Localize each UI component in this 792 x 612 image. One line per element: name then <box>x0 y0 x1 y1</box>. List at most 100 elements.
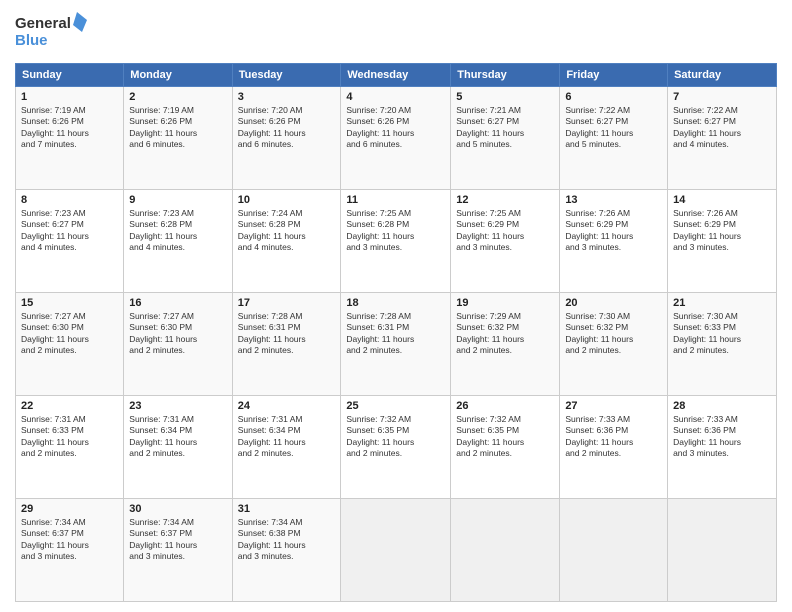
day-number: 2 <box>129 91 226 103</box>
day-info: Sunrise: 7:25 AMSunset: 6:28 PMDaylight:… <box>346 208 445 254</box>
day-info: Sunrise: 7:32 AMSunset: 6:35 PMDaylight:… <box>346 414 445 460</box>
weekday-header-friday: Friday <box>560 64 668 87</box>
calendar-cell: 14 Sunrise: 7:26 AMSunset: 6:29 PMDayligh… <box>668 190 777 293</box>
day-info: Sunrise: 7:20 AMSunset: 6:26 PMDaylight:… <box>346 105 445 151</box>
calendar-cell: 15Sunrise: 7:27 AMSunset: 6:30 PMDayligh… <box>16 293 124 396</box>
day-number: 16 <box>129 297 226 309</box>
calendar-cell <box>341 499 451 602</box>
calendar-cell: 6 Sunrise: 7:22 AMSunset: 6:27 PMDaylight… <box>560 87 668 190</box>
day-number: 28 <box>673 400 771 412</box>
day-info: Sunrise: 7:31 AMSunset: 6:33 PMDaylight:… <box>21 414 118 460</box>
day-info: Sunrise: 7:21 AMSunset: 6:27 PMDaylight:… <box>456 105 554 151</box>
day-number: 23 <box>129 400 226 412</box>
day-info: Sunrise: 7:32 AMSunset: 6:35 PMDaylight:… <box>456 414 554 460</box>
calendar-cell: 18 Sunrise: 7:28 AMSunset: 6:31 PMDayligh… <box>341 293 451 396</box>
day-info: Sunrise: 7:27 AMSunset: 6:30 PMDaylight:… <box>129 311 226 357</box>
calendar-cell: 17Sunrise: 7:28 AMSunset: 6:31 PMDayligh… <box>232 293 341 396</box>
calendar-table: SundayMondayTuesdayWednesdayThursdayFrid… <box>15 63 777 602</box>
day-info: Sunrise: 7:31 AMSunset: 6:34 PMDaylight:… <box>238 414 336 460</box>
calendar-cell: 9Sunrise: 7:23 AMSunset: 6:28 PMDaylight… <box>124 190 232 293</box>
day-info: Sunrise: 7:23 AMSunset: 6:28 PMDaylight:… <box>129 208 226 254</box>
calendar-cell <box>668 499 777 602</box>
calendar-cell: 8 Sunrise: 7:23 AMSunset: 6:27 PMDaylight… <box>16 190 124 293</box>
calendar-week-3: 15 Sunrise: 7:27 AMSunset: 6:30 PMDayligh… <box>16 293 777 396</box>
svg-text:General: General <box>15 15 71 32</box>
weekday-header-thursday: Thursday <box>451 64 560 87</box>
logo: General Blue <box>15 10 95 55</box>
day-info: Sunrise: 7:22 AMSunset: 6:27 PMDaylight:… <box>673 105 771 151</box>
day-number: 8 <box>21 194 118 206</box>
calendar-week-4: 22 Sunrise: 7:31 AMSunset: 6:33 PMDayligh… <box>16 396 777 499</box>
calendar-cell: 28 Sunrise: 7:33 AMSunset: 6:36 PMDayligh… <box>668 396 777 499</box>
day-number: 7 <box>673 91 771 103</box>
day-number: 1 <box>21 91 118 103</box>
calendar-cell <box>560 499 668 602</box>
calendar-cell <box>451 499 560 602</box>
day-number: 13 <box>565 194 662 206</box>
calendar-cell: 13 Sunrise: 7:26 AMSunset: 6:29 PMDayligh… <box>560 190 668 293</box>
day-info: Sunrise: 7:34 AMSunset: 6:38 PMDaylight:… <box>238 517 336 563</box>
calendar-cell: 2Sunrise: 7:19 AMSunset: 6:26 PMDaylight… <box>124 87 232 190</box>
day-number: 4 <box>346 91 445 103</box>
day-number: 30 <box>129 503 226 515</box>
day-info: Sunrise: 7:31 AMSunset: 6:34 PMDaylight:… <box>129 414 226 460</box>
calendar-cell: 23 Sunrise: 7:31 AMSunset: 6:34 PMDayligh… <box>124 396 232 499</box>
calendar-cell: 11 Sunrise: 7:25 AMSunset: 6:28 PMDayligh… <box>341 190 451 293</box>
day-number: 20 <box>565 297 662 309</box>
day-info: Sunrise: 7:34 AMSunset: 6:37 PMDaylight:… <box>129 517 226 563</box>
day-number: 26 <box>456 400 554 412</box>
day-number: 15 <box>21 297 118 309</box>
day-number: 19 <box>456 297 554 309</box>
day-number: 18 <box>346 297 445 309</box>
calendar-cell: 24Sunrise: 7:31 AMSunset: 6:34 PMDayligh… <box>232 396 341 499</box>
svg-text:Blue: Blue <box>15 32 48 49</box>
weekday-header-sunday: Sunday <box>16 64 124 87</box>
calendar-cell: 3Sunrise: 7:20 AMSunset: 6:26 PMDaylight… <box>232 87 341 190</box>
calendar-cell: 16 Sunrise: 7:27 AMSunset: 6:30 PMDayligh… <box>124 293 232 396</box>
calendar-cell: 7 Sunrise: 7:22 AMSunset: 6:27 PMDaylight… <box>668 87 777 190</box>
calendar-cell: 12Sunrise: 7:25 AMSunset: 6:29 PMDayligh… <box>451 190 560 293</box>
calendar-cell: 22 Sunrise: 7:31 AMSunset: 6:33 PMDayligh… <box>16 396 124 499</box>
calendar-cell: 27 Sunrise: 7:33 AMSunset: 6:36 PMDayligh… <box>560 396 668 499</box>
calendar-cell: 26 Sunrise: 7:32 AMSunset: 6:35 PMDayligh… <box>451 396 560 499</box>
day-number: 22 <box>21 400 118 412</box>
calendar-week-5: 29 Sunrise: 7:34 AMSunset: 6:37 PMDayligh… <box>16 499 777 602</box>
day-number: 6 <box>565 91 662 103</box>
day-info: Sunrise: 7:23 AMSunset: 6:27 PMDaylight:… <box>21 208 118 254</box>
calendar-cell: 30 Sunrise: 7:34 AMSunset: 6:37 PMDayligh… <box>124 499 232 602</box>
day-info: Sunrise: 7:34 AMSunset: 6:37 PMDaylight:… <box>21 517 118 563</box>
weekday-header-saturday: Saturday <box>668 64 777 87</box>
day-info: Sunrise: 7:22 AMSunset: 6:27 PMDaylight:… <box>565 105 662 151</box>
calendar-cell: 10 Sunrise: 7:24 AMSunset: 6:28 PMDayligh… <box>232 190 341 293</box>
day-number: 10 <box>238 194 336 206</box>
day-number: 21 <box>673 297 771 309</box>
day-info: Sunrise: 7:26 AMSunset: 6:29 PMDaylight:… <box>673 208 771 254</box>
calendar-body: 1 Sunrise: 7:19 AMSunset: 6:26 PMDaylight… <box>16 87 777 602</box>
day-number: 31 <box>238 503 336 515</box>
calendar-cell: 31 Sunrise: 7:34 AMSunset: 6:38 PMDayligh… <box>232 499 341 602</box>
day-info: Sunrise: 7:33 AMSunset: 6:36 PMDaylight:… <box>565 414 662 460</box>
day-info: Sunrise: 7:26 AMSunset: 6:29 PMDaylight:… <box>565 208 662 254</box>
day-info: Sunrise: 7:30 AMSunset: 6:32 PMDaylight:… <box>565 311 662 357</box>
day-number: 5 <box>456 91 554 103</box>
day-info: Sunrise: 7:19 AMSunset: 6:26 PMDaylight:… <box>21 105 118 151</box>
weekday-header-monday: Monday <box>124 64 232 87</box>
day-info: Sunrise: 7:24 AMSunset: 6:28 PMDaylight:… <box>238 208 336 254</box>
day-info: Sunrise: 7:29 AMSunset: 6:32 PMDaylight:… <box>456 311 554 357</box>
calendar-cell: 4 Sunrise: 7:20 AMSunset: 6:26 PMDaylight… <box>341 87 451 190</box>
calendar-cell: 29 Sunrise: 7:34 AMSunset: 6:37 PMDayligh… <box>16 499 124 602</box>
day-number: 29 <box>21 503 118 515</box>
day-info: Sunrise: 7:33 AMSunset: 6:36 PMDaylight:… <box>673 414 771 460</box>
calendar-week-1: 1 Sunrise: 7:19 AMSunset: 6:26 PMDaylight… <box>16 87 777 190</box>
page-header: General Blue <box>15 10 777 55</box>
day-info: Sunrise: 7:28 AMSunset: 6:31 PMDaylight:… <box>346 311 445 357</box>
day-number: 12 <box>456 194 554 206</box>
day-info: Sunrise: 7:20 AMSunset: 6:26 PMDaylight:… <box>238 105 336 151</box>
day-number: 14 <box>673 194 771 206</box>
weekday-header-row: SundayMondayTuesdayWednesdayThursdayFrid… <box>16 64 777 87</box>
calendar-cell: 1 Sunrise: 7:19 AMSunset: 6:26 PMDaylight… <box>16 87 124 190</box>
calendar-cell: 5 Sunrise: 7:21 AMSunset: 6:27 PMDaylight… <box>451 87 560 190</box>
day-number: 11 <box>346 194 445 206</box>
day-number: 27 <box>565 400 662 412</box>
day-info: Sunrise: 7:28 AMSunset: 6:31 PMDaylight:… <box>238 311 336 357</box>
